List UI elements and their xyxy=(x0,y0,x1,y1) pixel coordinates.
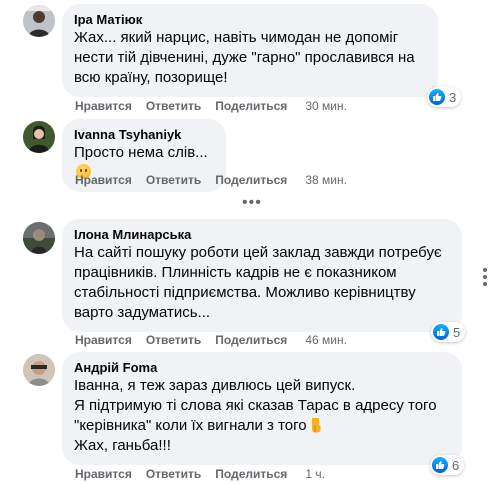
vertical-dots-icon[interactable] xyxy=(478,268,492,286)
comment-author[interactable]: Ivanna Tsyhaniyk xyxy=(74,127,214,143)
avatar[interactable] xyxy=(23,354,55,386)
comment-time[interactable]: 30 мин. xyxy=(305,98,347,114)
avatar[interactable] xyxy=(23,121,55,153)
reaction-count[interactable]: 6 xyxy=(430,455,465,475)
comment-actions: Нравится Ответить Поделиться 46 мин. xyxy=(75,332,347,348)
like-button[interactable]: Нравится xyxy=(75,466,132,482)
comment-actions: Нравится Ответить Поделиться 1 ч. xyxy=(75,466,325,482)
like-icon xyxy=(433,324,449,340)
comment-author[interactable]: Ілона Млинарська xyxy=(74,227,450,243)
share-button[interactable]: Поделиться xyxy=(215,466,287,482)
comment-actions: Нравится Ответить Поделиться 30 мин. xyxy=(75,98,347,114)
comment-time[interactable]: 38 мин. xyxy=(305,172,347,188)
comment-text-ending: Жах, ганьба!!! xyxy=(74,437,171,454)
reaction-number: 6 xyxy=(452,457,460,473)
reaction-number: 3 xyxy=(449,89,457,105)
comment-text-content: Іванна, я теж зараз дивлюсь цей випуск. … xyxy=(74,377,437,434)
reply-button[interactable]: Ответить xyxy=(146,172,201,188)
comment-actions: Нравится Ответить Поделиться 38 мин. xyxy=(75,172,347,188)
reaction-count[interactable]: 3 xyxy=(427,87,462,107)
avatar[interactable] xyxy=(23,222,55,254)
reply-button[interactable]: Ответить xyxy=(146,98,201,114)
share-button[interactable]: Поделиться xyxy=(215,98,287,114)
pointing-down-hand-emoji-icon xyxy=(311,418,321,433)
share-button[interactable]: Поделиться xyxy=(215,332,287,348)
like-icon xyxy=(432,457,448,473)
like-icon xyxy=(429,89,445,105)
like-button[interactable]: Нравится xyxy=(75,98,132,114)
comment-time[interactable]: 46 мин. xyxy=(305,332,347,348)
comment-bubble: Іра Матіюк Жах... який нарцис, навіть чи… xyxy=(62,4,438,97)
comment-author[interactable]: Андрій Foma xyxy=(74,360,450,376)
avatar[interactable] xyxy=(23,5,55,37)
comment-bubble: Андрій Foma Іванна, я теж зараз дивлюсь … xyxy=(62,352,462,465)
comment-text: Жах... який нарцис, навіть чимодан не до… xyxy=(74,29,415,86)
like-button[interactable]: Нравится xyxy=(75,332,132,348)
comment-author[interactable]: Іра Матіюк xyxy=(74,12,426,28)
reply-button[interactable]: Ответить xyxy=(146,466,201,482)
like-button[interactable]: Нравится xyxy=(75,172,132,188)
reaction-count[interactable]: 5 xyxy=(431,322,466,342)
comment-text: На сайті пошуку роботи цей заклад завжди… xyxy=(74,244,442,321)
comment-bubble: Ілона Млинарська На сайті пошуку роботи … xyxy=(62,219,462,332)
reaction-number: 5 xyxy=(453,324,461,340)
comment-text: Іванна, я теж зараз дивлюсь цей випуск. … xyxy=(74,376,450,456)
comment-text-content: Просто нема слів... xyxy=(74,144,208,161)
share-button[interactable]: Поделиться xyxy=(215,172,287,188)
comment-time[interactable]: 1 ч. xyxy=(305,466,325,482)
reply-button[interactable]: Ответить xyxy=(146,332,201,348)
ellipsis-icon[interactable]: ••• xyxy=(242,195,262,211)
